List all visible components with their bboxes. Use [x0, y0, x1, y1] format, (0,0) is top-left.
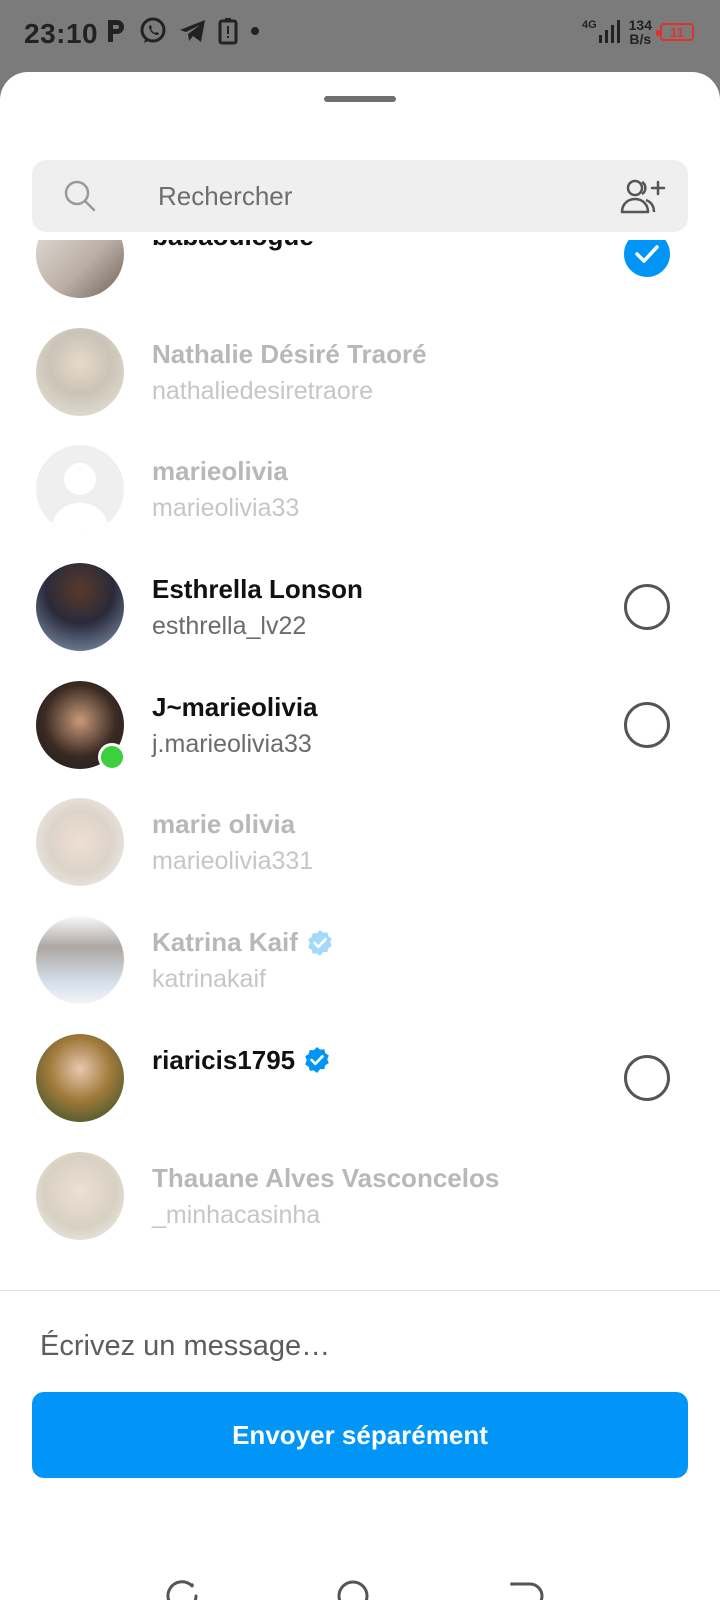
contact-name: marie olivia [152, 809, 296, 840]
select-checkbox[interactable] [624, 584, 670, 631]
avatar [36, 240, 124, 298]
contact-row[interactable]: Esthrella Lonson esthrella_lv22 [0, 548, 720, 666]
back-icon[interactable] [504, 1576, 544, 1600]
avatar [36, 798, 124, 887]
default-avatar-icon [50, 463, 110, 534]
telegram-icon [180, 20, 205, 42]
avatar [36, 563, 124, 652]
contact-username: esthrella_lv22 [152, 612, 307, 641]
avatar [36, 445, 124, 534]
contact-row[interactable]: babaoulogue [0, 240, 720, 313]
contact-row: marieolivia marieolivia33 [0, 430, 720, 548]
share-sheet: babaoulogue Nathalie Désiré Traoré natha… [0, 72, 720, 1600]
avatar [36, 327, 124, 416]
system-nav-bar [0, 1562, 720, 1600]
avatar [36, 916, 124, 1005]
verified-badge-icon [308, 929, 332, 956]
search-input[interactable] [158, 160, 618, 232]
search-bar[interactable] [32, 160, 688, 232]
add-people-icon[interactable] [618, 176, 666, 216]
contact-row: Katrina Kaif katrinakaif [0, 901, 720, 1019]
select-checkbox[interactable] [624, 240, 670, 277]
select-checkbox[interactable] [624, 1054, 670, 1101]
contact-row: Nathalie Désiré Traoré nathaliedesiretra… [0, 313, 720, 431]
network-type: 4G [581, 19, 597, 31]
avatar [36, 1033, 124, 1122]
contact-list[interactable]: babaoulogue Nathalie Désiré Traoré natha… [0, 240, 720, 1292]
select-checkbox[interactable] [624, 701, 670, 748]
net-speed: 134 B/s [628, 17, 652, 47]
contact-username: j.marieolivia33 [152, 729, 312, 758]
send-separately-button[interactable]: Envoyer séparément [32, 1392, 688, 1478]
signal-icon [598, 20, 620, 43]
contact-username: _minhacasinha [152, 1200, 321, 1229]
contact-row[interactable]: J~marieolivia j.marieolivia33 [0, 666, 720, 784]
contact-username: marieolivia331 [152, 847, 314, 876]
contact-username: marieolivia33 [152, 494, 300, 523]
contact-name: riaricis1795 [152, 1044, 296, 1075]
dot-icon [251, 27, 259, 35]
avatar [36, 1151, 124, 1240]
message-input[interactable] [40, 1316, 680, 1376]
contact-row: Thauane Alves Vasconcelos _minhacasinha [0, 1137, 720, 1255]
online-indicator [98, 742, 126, 771]
status-time: 23:10 [24, 18, 99, 49]
contact-username: nathaliedesiretraore [152, 376, 373, 405]
contact-name: marieolivia [152, 456, 288, 487]
p-icon [108, 20, 124, 42]
contact-name: babaoulogue [152, 240, 314, 252]
contact-name: Katrina Kaif [152, 927, 298, 958]
contact-row: marie olivia marieolivia331 [0, 783, 720, 901]
contact-name: Nathalie Désiré Traoré [152, 338, 427, 369]
check-icon [635, 245, 659, 263]
contact-name: J~marieolivia [152, 691, 318, 722]
recent-apps-icon[interactable] [162, 1576, 202, 1600]
contact-row[interactable]: riaricis1795 [0, 1019, 720, 1137]
notification-icons [104, 16, 262, 46]
contact-name: Esthrella Lonson [152, 574, 363, 605]
contact-username: katrinakaif [152, 965, 266, 994]
whatsapp-icon [140, 17, 166, 43]
divider [0, 1290, 720, 1291]
battery-icon: 11 [656, 23, 694, 41]
verified-badge-icon [305, 1047, 329, 1074]
contact-list-scroll: babaoulogue Nathalie Désiré Traoré natha… [0, 240, 720, 1254]
home-icon[interactable] [333, 1576, 373, 1600]
drag-handle[interactable] [324, 96, 396, 102]
search-icon [64, 180, 96, 212]
system-icons: 4G 134 B/s 11 [582, 18, 694, 46]
contact-name: Thauane Alves Vasconcelos [152, 1162, 500, 1193]
battery-saver-icon [218, 18, 238, 45]
status-bar: 23:10 4G 134 B/s 11 [0, 0, 720, 72]
